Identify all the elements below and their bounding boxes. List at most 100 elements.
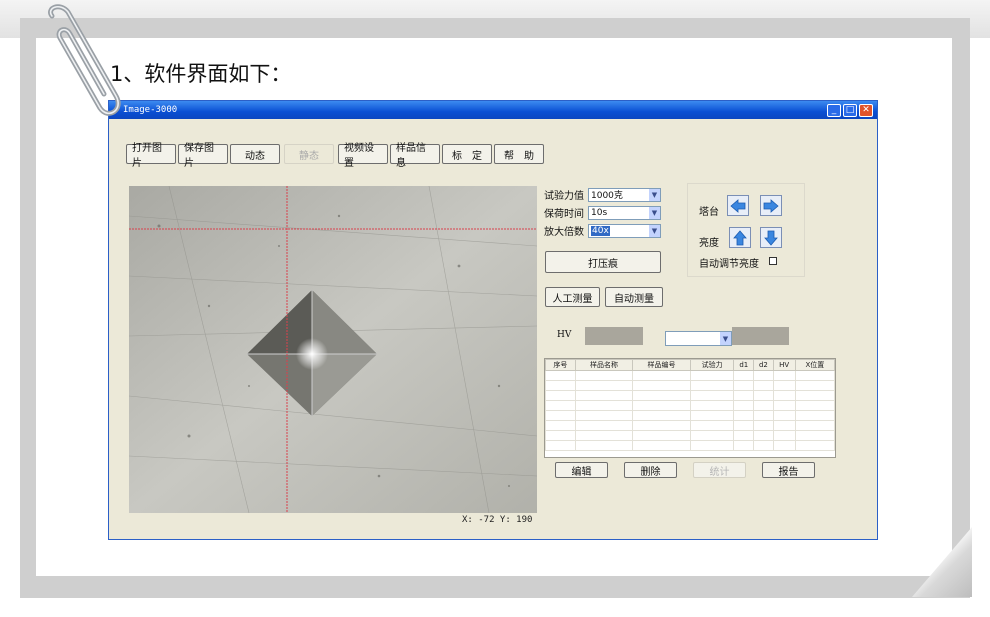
table-cell[interactable] [733,370,755,381]
table-cell[interactable] [772,440,796,451]
table-cell[interactable] [733,390,755,401]
magnification-select[interactable]: 40x ▼ [588,223,661,238]
table-cell[interactable] [574,400,634,411]
table-cell[interactable] [794,430,836,441]
table-cell[interactable] [632,440,691,451]
manual-measure-button[interactable]: 人工测量 [545,287,600,307]
results-table[interactable]: 序号 样品名称 样品编号 试验力 d1 d2 HV X位置 [544,358,836,458]
video-settings-button[interactable]: 视频设置 [338,143,388,169]
table-cell[interactable] [753,420,774,431]
open-image-button[interactable]: 打开图片 [126,143,176,169]
table-cell[interactable] [772,430,796,441]
turret-right-button[interactable] [760,195,782,216]
column-header[interactable]: d2 [753,359,774,371]
table-cell[interactable] [794,420,836,431]
column-header[interactable]: d1 [733,359,755,371]
hv-scale-select[interactable]: ▼ [665,331,732,346]
table-cell[interactable] [632,380,691,391]
table-cell[interactable] [574,390,634,401]
table-cell[interactable] [545,410,576,421]
maximize-button[interactable]: □ [843,103,857,117]
column-header[interactable]: 样品名称 [574,359,634,371]
table-row[interactable] [545,430,836,441]
table-cell[interactable] [574,380,634,391]
table-cell[interactable] [794,410,836,421]
table-cell[interactable] [545,370,576,381]
table-row[interactable] [545,380,836,391]
table-cell[interactable] [632,390,691,401]
column-header[interactable]: 试验力 [689,359,735,371]
table-cell[interactable] [574,430,634,441]
statistics-button[interactable]: 统计 [693,462,746,478]
table-row[interactable] [545,410,836,421]
table-cell[interactable] [689,380,735,391]
table-cell[interactable] [689,440,735,451]
table-cell[interactable] [772,390,796,401]
table-cell[interactable] [545,430,576,441]
table-cell[interactable] [574,420,634,431]
table-cell[interactable] [545,380,576,391]
title-bar[interactable]: Image-3000 _ □ ✕ [109,101,877,119]
table-cell[interactable] [689,410,735,421]
table-cell[interactable] [772,410,796,421]
column-header[interactable]: 样品编号 [632,359,691,371]
table-cell[interactable] [753,440,774,451]
table-cell[interactable] [574,440,634,451]
table-row[interactable] [545,390,836,401]
table-cell[interactable] [574,410,634,421]
table-row[interactable] [545,370,836,381]
edit-button[interactable]: 编辑 [555,462,608,478]
delete-button[interactable]: 删除 [624,462,677,478]
auto-measure-button[interactable]: 自动测量 [605,287,663,307]
turret-left-button[interactable] [727,195,749,216]
table-cell[interactable] [632,400,691,411]
column-header[interactable]: 序号 [545,359,576,371]
report-button[interactable]: 报告 [762,462,815,478]
table-cell[interactable] [794,390,836,401]
table-cell[interactable] [733,430,755,441]
brightness-up-button[interactable] [729,227,751,248]
table-cell[interactable] [753,430,774,441]
table-cell[interactable] [689,420,735,431]
calibrate-button[interactable]: 标 定 [442,144,492,164]
table-cell[interactable] [632,410,691,421]
table-cell[interactable] [772,400,796,411]
help-button[interactable]: 帮 助 [494,144,544,164]
make-indent-button[interactable]: 打压痕 [545,251,661,273]
table-cell[interactable] [733,420,755,431]
table-cell[interactable] [753,400,774,411]
table-cell[interactable] [632,370,691,381]
table-cell[interactable] [733,410,755,421]
table-row[interactable] [545,440,836,451]
table-cell[interactable] [545,390,576,401]
table-cell[interactable] [794,440,836,451]
table-cell[interactable] [772,380,796,391]
table-cell[interactable] [753,390,774,401]
table-cell[interactable] [689,370,735,381]
table-cell[interactable] [689,430,735,441]
column-header[interactable]: X位置 [794,359,836,371]
table-cell[interactable] [753,380,774,391]
table-cell[interactable] [753,370,774,381]
table-cell[interactable] [772,420,796,431]
table-cell[interactable] [753,410,774,421]
table-cell[interactable] [545,440,576,451]
table-cell[interactable] [794,400,836,411]
column-header[interactable]: HV [772,359,796,371]
table-cell[interactable] [689,390,735,401]
microscope-image-viewer[interactable] [129,186,537,513]
save-image-button[interactable]: 保存图片 [178,143,228,169]
sample-info-button[interactable]: 样品信息 [390,143,440,169]
table-cell[interactable] [545,420,576,431]
hold-select[interactable]: 10s ▼ [588,205,661,220]
table-cell[interactable] [545,400,576,411]
table-row[interactable] [545,420,836,431]
table-cell[interactable] [772,370,796,381]
table-cell[interactable] [733,380,755,391]
table-cell[interactable] [794,370,836,381]
table-cell[interactable] [574,370,634,381]
table-cell[interactable] [689,400,735,411]
table-cell[interactable] [794,380,836,391]
freeze-button[interactable]: 静态 [284,144,334,164]
table-cell[interactable] [733,440,755,451]
